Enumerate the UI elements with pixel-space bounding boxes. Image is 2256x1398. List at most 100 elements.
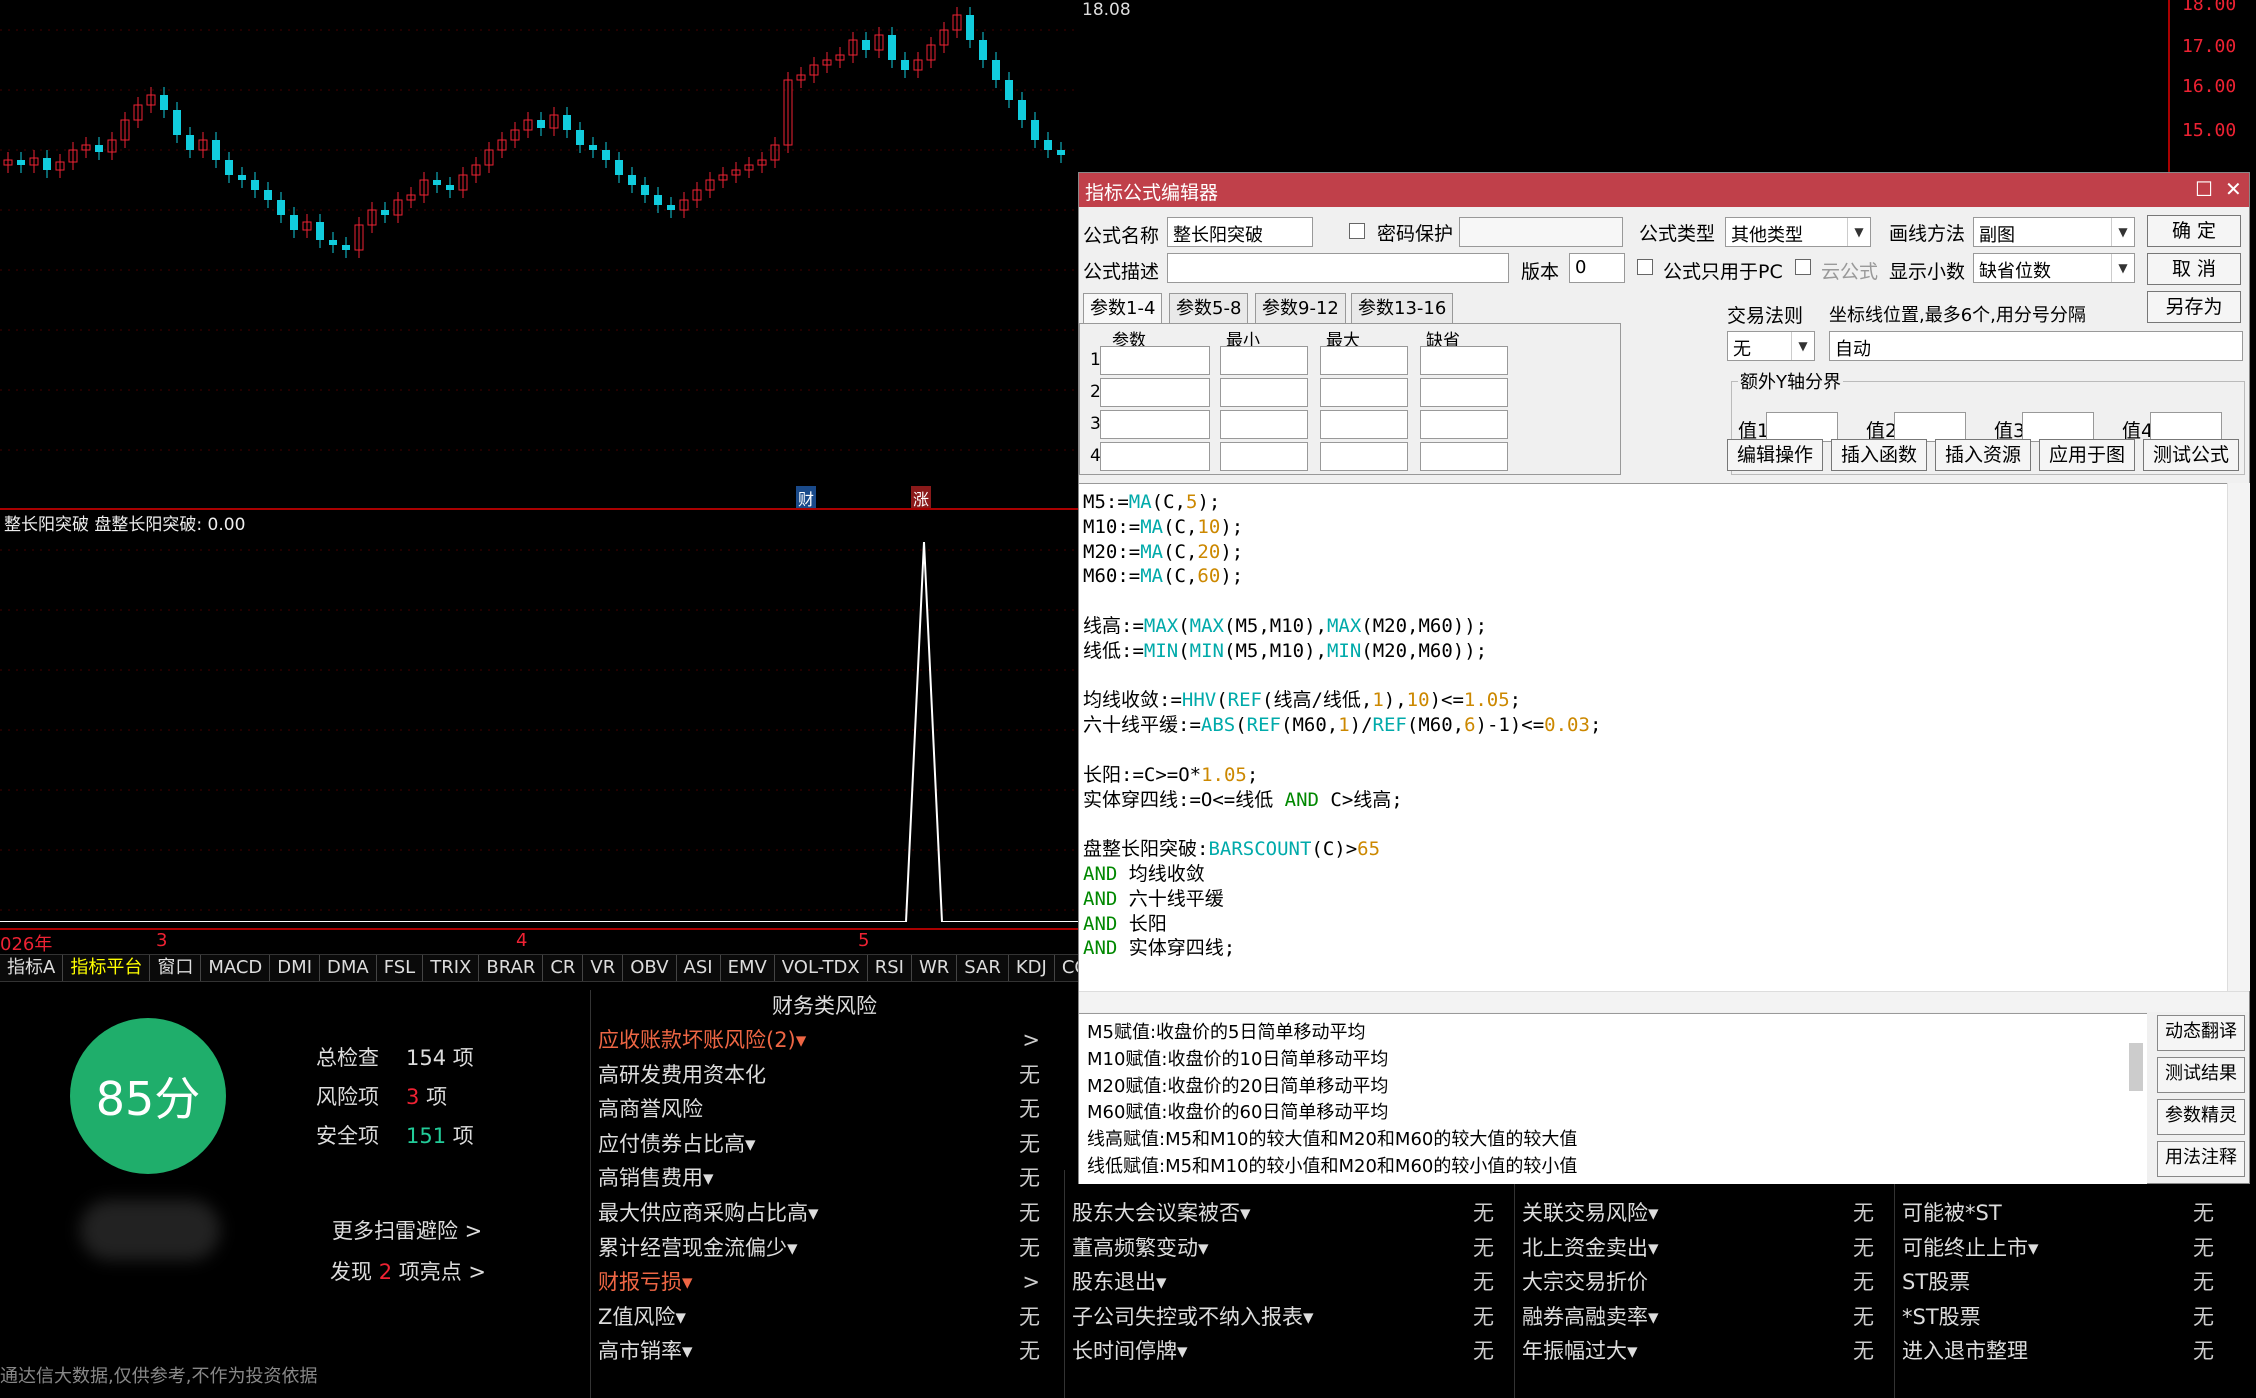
y-val-input-4[interactable] (2150, 412, 2222, 442)
risk-item[interactable]: 应付债券占比高▾ 无 (598, 1127, 1048, 1162)
param-cell[interactable] (1320, 410, 1408, 439)
param-cell[interactable] (1420, 410, 1508, 439)
indicator-tab[interactable]: SAR (957, 955, 1009, 981)
indicator-tab[interactable]: VR (583, 955, 624, 981)
param-cell[interactable] (1320, 378, 1408, 407)
risk-item[interactable]: 股东退出▾ 无 (1072, 1265, 1502, 1300)
ok-button[interactable]: 确 定 (2147, 215, 2241, 247)
indicator-tab[interactable]: RSI (868, 955, 912, 981)
password-checkbox[interactable] (1349, 223, 1365, 239)
indicator-tab[interactable]: 窗口 (150, 955, 202, 981)
risk-item[interactable]: 高商誉风险 无 (598, 1092, 1048, 1127)
trade-rule-select[interactable]: 无 ▼ (1727, 331, 1815, 361)
risk-item[interactable]: 累计经营现金流偏少▾ 无 (598, 1231, 1048, 1266)
risk-item[interactable]: 北上资金卖出▾ 无 (1522, 1231, 1882, 1266)
indicator-tab[interactable]: EMV (721, 955, 775, 981)
y-val-input-1[interactable] (1766, 412, 1838, 442)
risk-item[interactable]: 财报亏损▾ > (598, 1265, 1048, 1300)
param-cell[interactable] (1220, 410, 1308, 439)
param-cell[interactable] (1100, 410, 1210, 439)
cancel-button[interactable]: 取 消 (2147, 253, 2241, 285)
indicator-panel[interactable] (0, 508, 1078, 922)
indicator-tab[interactable]: CR (543, 955, 584, 981)
risk-item[interactable]: 年振幅过大▾ 无 (1522, 1334, 1882, 1369)
apply-to-chart-button[interactable]: 应用于图 (2039, 439, 2135, 471)
param-cell[interactable] (1220, 442, 1308, 471)
side-button[interactable]: 测试结果 (2157, 1057, 2245, 1093)
coord-input[interactable]: 自动 (1829, 331, 2243, 361)
pc-only-checkbox[interactable] (1637, 259, 1653, 275)
formula-type-select[interactable]: 其他类型 ▼ (1725, 217, 1871, 247)
indicator-tab[interactable]: DMI (270, 955, 320, 981)
indicator-tab[interactable]: OBV (623, 955, 677, 981)
tab-params-13-16[interactable]: 参数13-16 (1351, 293, 1454, 324)
risk-item[interactable]: 股东大会议案被否▾ 无 (1072, 1196, 1502, 1231)
formula-code-editor[interactable]: M5:=MA(C,5); M10:=MA(C,10); M20:=MA(C,20);… (1079, 483, 2249, 992)
indicator-tab[interactable]: VOL-TDX (775, 955, 868, 981)
side-button[interactable]: 参数精灵 (2157, 1099, 2245, 1135)
risk-item[interactable]: ST股票 无 (1902, 1265, 2222, 1300)
tab-params-5-8[interactable]: 参数5-8 (1169, 293, 1249, 324)
risk-item[interactable]: 高市销率▾ 无 (598, 1334, 1048, 1369)
insert-resource-button[interactable]: 插入资源 (1935, 439, 2031, 471)
risk-item[interactable]: 最大供应商采购占比高▾ 无 (598, 1196, 1048, 1231)
cloud-checkbox[interactable] (1795, 259, 1811, 275)
y-val-input-3[interactable] (2022, 412, 2094, 442)
risk-item[interactable]: 融券高融卖率▾ 无 (1522, 1300, 1882, 1335)
tab-params-1-4[interactable]: 参数1-4 (1083, 293, 1163, 324)
close-icon[interactable]: ✕ (2225, 177, 2242, 201)
param-cell[interactable] (1100, 346, 1210, 375)
highlights-link[interactable]: 发现 2 项亮点 > (330, 1256, 486, 1286)
param-cell[interactable] (1100, 378, 1210, 407)
edit-operation-button[interactable]: 编辑操作 (1727, 439, 1823, 471)
dialog-titlebar[interactable]: 指标公式编辑器 ☐ ✕ (1079, 173, 2249, 207)
param-cell[interactable] (1420, 346, 1508, 375)
formula-name-input[interactable]: 整长阳突破 (1167, 217, 1313, 247)
indicator-tab[interactable]: 指标A (0, 955, 64, 981)
risk-item[interactable]: 进入退市整理 无 (1902, 1334, 2222, 1369)
side-button[interactable]: 用法注释 (2157, 1141, 2245, 1177)
indicator-tab[interactable]: 指标平台 (63, 955, 151, 981)
more-scan-link[interactable]: 更多扫雷避险 > (332, 1215, 482, 1245)
param-cell[interactable] (1320, 346, 1408, 375)
risk-item[interactable]: 应收账款坏账风险(2)▾ > (598, 1023, 1048, 1058)
param-cell[interactable] (1320, 442, 1408, 471)
risk-item[interactable]: *ST股票 无 (1902, 1300, 2222, 1335)
side-button[interactable]: 动态翻译 (2157, 1015, 2245, 1051)
test-formula-button[interactable]: 测试公式 (2143, 439, 2239, 471)
rise-marker[interactable]: 涨 (911, 486, 932, 510)
risk-item[interactable]: 可能被*ST 无 (1902, 1196, 2222, 1231)
formula-desc-input[interactable] (1167, 253, 1509, 283)
finance-marker[interactable]: 财 (796, 486, 817, 510)
risk-item[interactable]: Z值风险▾ 无 (598, 1300, 1048, 1335)
indicator-tab[interactable]: TRIX (423, 955, 480, 981)
decimal-select[interactable]: 缺省位数 ▼ (1973, 253, 2135, 283)
indicator-tab[interactable]: WR (912, 955, 958, 981)
indicator-tab[interactable]: DMA (320, 955, 377, 981)
risk-item[interactable]: 大宗交易折价 无 (1522, 1265, 1882, 1300)
y-val-input-2[interactable] (1894, 412, 1966, 442)
tab-params-9-12[interactable]: 参数9-12 (1255, 293, 1346, 324)
indicator-tab[interactable]: KDJ (1009, 955, 1055, 981)
param-cell[interactable] (1220, 346, 1308, 375)
param-cell[interactable] (1420, 442, 1508, 471)
indicator-tab[interactable]: MACD (201, 955, 271, 981)
code-scrollbar[interactable] (2227, 483, 2250, 991)
risk-item[interactable]: 关联交易风险▾ 无 (1522, 1196, 1882, 1231)
password-input[interactable] (1459, 217, 1623, 247)
draw-method-select[interactable]: 副图 ▼ (1973, 217, 2135, 247)
indicator-tab[interactable]: ASI (677, 955, 721, 981)
risk-item[interactable]: 董高频繁变动▾ 无 (1072, 1231, 1502, 1266)
indicator-tab[interactable]: CCI (1055, 955, 1078, 981)
version-input[interactable]: 0 (1569, 253, 1625, 283)
indicator-tab[interactable]: FSL (377, 955, 424, 981)
risk-item[interactable]: 长时间停牌▾ 无 (1072, 1334, 1502, 1369)
risk-item[interactable]: 可能终止上市▾ 无 (1902, 1231, 2222, 1266)
maximize-icon[interactable]: ☐ (2195, 177, 2213, 201)
code-h-scrollbar[interactable] (1079, 991, 2249, 1012)
param-cell[interactable] (1420, 378, 1508, 407)
save-as-button[interactable]: 另存为 (2147, 291, 2241, 323)
risk-item[interactable]: 子公司失控或不纳入报表▾ 无 (1072, 1300, 1502, 1335)
desc-scrollbar[interactable] (2129, 1043, 2143, 1091)
param-cell[interactable] (1100, 442, 1210, 471)
